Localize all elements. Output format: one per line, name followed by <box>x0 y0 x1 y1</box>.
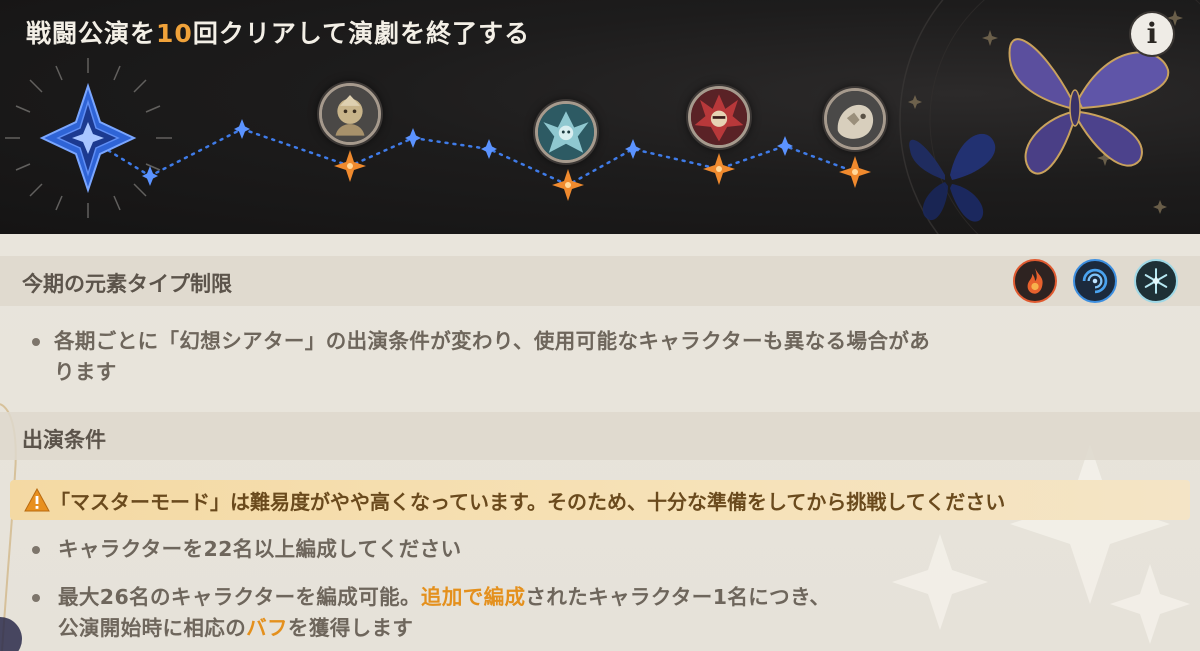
pyro-symbol <box>1027 268 1043 294</box>
element-limit-title: 今期の元素タイプ制限 <box>22 272 232 296</box>
stage-star-icon <box>334 150 366 182</box>
warning-icon <box>24 488 50 512</box>
bullet2-part-d: を獲得します <box>287 616 414 640</box>
enemy-portrait-4[interactable] <box>824 88 886 150</box>
bullet2-part-b: されたキャラクター1名につき、 <box>525 585 831 609</box>
bullet2-highlight-buff: バフ <box>246 616 288 640</box>
note-line-2: ります <box>54 360 117 384</box>
challenge-title: 戦闘公演を10回クリアして演劇を終了する <box>26 14 530 50</box>
pyro-icon[interactable] <box>1013 259 1057 303</box>
note-line-1: 各期ごとに「幻想シアター」の出演条件が変わり、使用可能なキャラクターも異なる場合… <box>54 329 931 353</box>
bullet-dot <box>32 338 40 346</box>
hydro-symbol <box>1082 268 1108 294</box>
bullet2-highlight-additional: 追加で編成 <box>420 585 526 609</box>
stage-star-markers <box>334 150 871 201</box>
element-limit-note: 各期ごとに「幻想シアター」の出演条件が変わり、使用可能なキャラクターも異なる場合… <box>54 326 1184 388</box>
hydro-icon[interactable] <box>1073 259 1117 303</box>
top-banner: 戦闘公演を10回クリアして演劇を終了する i <box>0 0 1200 234</box>
conditions-title: 出演条件 <box>22 428 106 452</box>
enemy-portrait-3[interactable] <box>688 86 750 148</box>
stage-star-icon <box>552 169 584 201</box>
enemy-portrait-2[interactable] <box>535 101 597 163</box>
master-mode-warning: 「マスターモード」は難易度がやや高くなっています。そのため、十分な準備をしてから… <box>10 480 1190 520</box>
title-prefix: 戦闘公演を <box>26 19 157 48</box>
cryo-symbol <box>1144 268 1168 294</box>
conditions-header <box>0 412 1200 460</box>
stage-star-icon <box>839 156 871 188</box>
enemy-image <box>322 86 378 142</box>
enemy-image <box>691 89 747 145</box>
cryo-icon[interactable] <box>1134 259 1178 303</box>
warning-text: 「マスターモード」は難易度がやや高くなっています。そのため、十分な準備をしてから… <box>50 490 1006 514</box>
stage-star-icon <box>703 153 735 185</box>
enemy-portrait-1[interactable] <box>319 83 381 145</box>
title-clear-count: 10 <box>156 19 193 48</box>
start-star-icon <box>5 58 172 218</box>
bullet2-part-c: 公演開始時に相応の <box>58 616 247 640</box>
title-suffix: 回クリアして演劇を終了する <box>192 19 531 48</box>
content-panel: 今期の元素タイプ制限 各期ごとに「幻想シアター」の出演条件が変わり、使用可能なキ… <box>0 234 1200 651</box>
enemy-image <box>827 91 883 147</box>
bullet-dot <box>32 546 40 554</box>
info-button[interactable]: i <box>1131 13 1173 55</box>
bullet2-part-a: 最大26名のキャラクターを編成可能。 <box>58 585 421 609</box>
condition-min-characters: キャラクターを22名以上編成してください <box>58 537 462 561</box>
bullet-dot <box>32 594 40 602</box>
enemy-image <box>538 104 594 160</box>
condition-max-characters: 最大26名のキャラクターを編成可能。追加で編成されたキャラクター1名につき、公演… <box>58 582 830 644</box>
